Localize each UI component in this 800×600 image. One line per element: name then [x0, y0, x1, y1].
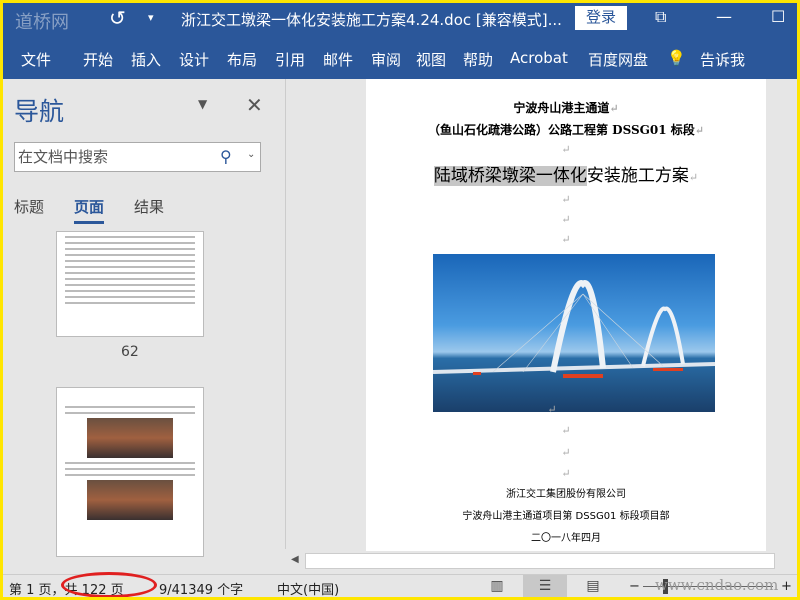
doc-heading-line2: （鱼山石化疏港公路）公路工程第 DSSG01 标段 [428, 123, 695, 137]
login-button[interactable]: 登录 [575, 6, 627, 30]
zoom-out-button[interactable]: − [629, 579, 640, 594]
title-bar: 道桥网 ↺ ▾ 浙江交工墩梁一体化安装施工方案4.24.doc [兼容模式]..… [3, 3, 797, 39]
ribbon-tabs: 文件 开始 插入 设计 布局 引用 邮件 审阅 视图 帮助 Acrobat 百度… [3, 39, 797, 79]
tab-baidu-netdisk[interactable]: 百度网盘 [588, 49, 648, 70]
doc-heading-line1: 宁波舟山港主通道 [513, 101, 610, 115]
window-title: 浙江交工墩梁一体化安装施工方案4.24.doc [兼容模式]... [181, 11, 562, 29]
page-thumbnail[interactable] [56, 387, 204, 557]
search-input[interactable] [15, 143, 205, 171]
chevron-down-icon[interactable]: ⌄ [247, 149, 255, 160]
tab-pages[interactable]: 页面 [74, 196, 105, 224]
company-name: 浙江交工集团股份有限公司 [506, 489, 626, 500]
page-thumbnail[interactable] [56, 231, 204, 337]
tab-insert[interactable]: 插入 [131, 49, 161, 70]
close-icon[interactable]: ✕ [246, 93, 263, 117]
navigation-pane: 导航 ▼ ✕ ⚲ ⌄ 标题 页面 结果 62 [3, 79, 283, 574]
zoom-in-button[interactable]: + [781, 579, 792, 594]
search-box: ⚲ ⌄ [14, 142, 261, 172]
tab-help[interactable]: 帮助 [463, 49, 493, 70]
document-page[interactable]: 宁波舟山港主通道↵ （鱼山石化疏港公路）公路工程第 DSSG01 标段↵ ↵ 陆… [366, 79, 766, 551]
minimize-icon[interactable]: — [716, 7, 732, 26]
ribbon-display-icon[interactable]: ⧉ [655, 7, 666, 27]
status-bar: 第 1 页，共 122 页 9/41349 个字 中文(中国) ▥ ☰ ▤ − … [3, 572, 797, 597]
horizontal-scrollbar[interactable]: ◀ [285, 551, 797, 573]
tab-design[interactable]: 设计 [179, 49, 209, 70]
watermark-text: www.cndao.com [655, 576, 779, 594]
tab-mailings[interactable]: 邮件 [323, 49, 353, 70]
search-icon[interactable]: ⚲ [220, 147, 232, 166]
tab-acrobat[interactable]: Acrobat [510, 49, 568, 67]
word-window: 道桥网 ↺ ▾ 浙江交工墩梁一体化安装施工方案4.24.doc [兼容模式]..… [3, 3, 797, 597]
tab-results[interactable]: 结果 [134, 196, 164, 217]
document-date: 二〇一八年四月 [531, 533, 601, 544]
tab-layout[interactable]: 布局 [227, 49, 257, 70]
undo-icon[interactable]: ↺ [109, 6, 126, 30]
page-number: 62 [121, 344, 139, 360]
paragraph-mark: ↵ [561, 143, 571, 156]
print-layout-icon[interactable]: ☰ [523, 575, 567, 597]
tab-review[interactable]: 审阅 [371, 49, 401, 70]
word-count[interactable]: 9/41349 个字 [159, 579, 243, 597]
doc-title-selected: 陆域桥梁墩梁一体化 [433, 166, 587, 186]
read-mode-icon[interactable]: ▥ [475, 575, 519, 597]
tab-references[interactable]: 引用 [275, 49, 305, 70]
doc-title: 安装施工方案 [586, 166, 689, 186]
annotation-circle [61, 572, 157, 597]
scroll-left-icon[interactable]: ◀ [291, 554, 299, 565]
language[interactable]: 中文(中国) [277, 579, 339, 597]
tab-home[interactable]: 开始 [83, 49, 113, 70]
lightbulb-icon: 💡 [667, 49, 686, 67]
document-area: 宁波舟山港主通道↵ （鱼山石化疏港公路）公路工程第 DSSG01 标段↵ ↵ 陆… [285, 79, 797, 551]
nav-title: 导航 [14, 97, 65, 126]
watermark-logo: 道桥网 [15, 12, 69, 33]
tell-me-button[interactable]: 告诉我 [700, 49, 745, 70]
web-layout-icon[interactable]: ▤ [571, 575, 615, 597]
project-department: 宁波舟山港主通道项目第 DSSG01 标段项目部 [462, 511, 670, 522]
tab-file[interactable]: 文件 [3, 39, 71, 79]
tab-headings[interactable]: 标题 [14, 196, 44, 217]
tab-view[interactable]: 视图 [416, 49, 446, 70]
maximize-icon[interactable]: ☐ [771, 7, 785, 26]
pane-options-icon[interactable]: ▼ [198, 97, 207, 111]
bridge-photo [433, 254, 715, 412]
customize-quick-access-icon[interactable]: ▾ [148, 11, 154, 24]
